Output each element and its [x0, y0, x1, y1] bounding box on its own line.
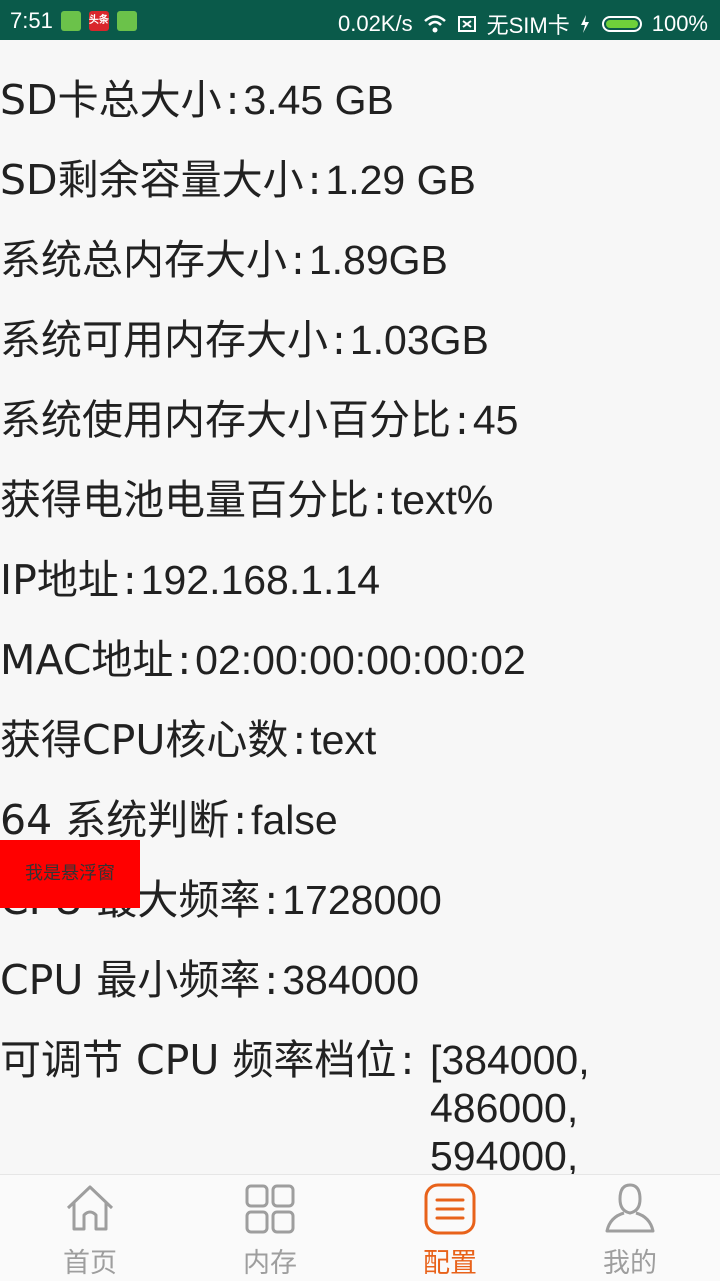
tab-home[interactable]: 首页: [0, 1175, 180, 1281]
info-row: CPU 最小频率:384000: [0, 956, 720, 1004]
info-label: 系统使用内存大小百分比: [0, 396, 451, 444]
status-right: 0.02K/s 无SIM卡 100%: [338, 8, 708, 40]
info-row: 获得电池电量百分比:text%: [0, 476, 720, 524]
info-separator: :: [177, 636, 192, 684]
info-value: 02:00:00:00:00:02: [195, 637, 526, 683]
charging-icon: [580, 15, 589, 33]
info-label: 获得电池电量百分比: [0, 476, 369, 524]
info-value: false: [251, 797, 338, 843]
info-separator: :: [233, 796, 248, 844]
battery-icon: [601, 16, 642, 32]
tab-label: 内存: [243, 1248, 297, 1279]
cpu-frequency-steps-row: 可调节 CPU 频率档位: [384000, 486000, 594000,: [0, 1036, 720, 1174]
cpu-step-value: 594000,: [430, 1133, 579, 1174]
info-row: 64 系统判断:false: [0, 796, 720, 844]
info-row: MAC地址:02:00:00:00:00:02: [0, 636, 720, 684]
status-time: 7:51: [10, 8, 53, 33]
tab-label: 我的: [603, 1248, 657, 1279]
tab-memory[interactable]: 内存: [180, 1175, 360, 1281]
info-value: 1.03GB: [349, 317, 489, 363]
list-icon: [424, 1183, 476, 1235]
info-separator: :: [307, 156, 322, 204]
info-row: 系统可用内存大小:1.03GB: [0, 316, 720, 364]
info-separator: :: [264, 876, 279, 924]
info-value: 192.168.1.14: [140, 557, 381, 603]
info-separator: :: [455, 396, 469, 444]
user-icon: [605, 1183, 655, 1233]
info-value: 45: [472, 397, 519, 443]
info-label: SD卡总大小: [0, 76, 222, 124]
info-row: 获得CPU核心数:text: [0, 716, 720, 764]
info-value: 1.29 GB: [325, 157, 476, 203]
grid-icon: [245, 1184, 295, 1234]
info-label: SD剩余容量大小: [0, 156, 304, 204]
cpu-frequency-steps: [384000, 486000, 594000,: [430, 1036, 590, 1174]
android-app-icon: [116, 11, 137, 31]
info-separator: :: [400, 1036, 415, 1084]
sim-status: 无SIM卡: [486, 13, 570, 38]
no-sim-icon: [457, 16, 476, 32]
info-label: 获得CPU核心数: [0, 716, 289, 764]
info-separator: :: [225, 76, 240, 124]
info-value: text%: [390, 477, 494, 523]
info-value: 1.89GB: [308, 237, 448, 283]
cpu-step-value: 486000,: [430, 1085, 579, 1131]
tab-label: 配置: [423, 1248, 477, 1279]
tab-label: 首页: [63, 1248, 117, 1279]
battery-level: 100%: [651, 11, 708, 36]
tab-mine[interactable]: 我的: [540, 1175, 720, 1281]
bottom-tab-bar: 首页 内存 配置 我的: [0, 1174, 720, 1281]
info-row: SD剩余容量大小:1.29 GB: [0, 156, 720, 204]
info-label: 系统总内存大小: [0, 236, 287, 284]
info-separator: :: [122, 556, 137, 604]
wifi-icon: [423, 15, 446, 33]
tab-config[interactable]: 配置: [360, 1175, 540, 1281]
info-row: SD卡总大小:3.45 GB: [0, 76, 720, 124]
info-row: IP地址:192.168.1.14: [0, 556, 720, 604]
net-speed: 0.02K/s: [337, 11, 413, 36]
device-info-list[interactable]: SD卡总大小:3.45 GB SD剩余容量大小:1.29 GB 系统总内存大小:…: [0, 40, 720, 1174]
info-label: CPU 最小频率: [0, 956, 261, 1004]
info-separator: :: [264, 956, 279, 1004]
info-value: 384000: [282, 957, 420, 1003]
status-left: 7:51 头条: [10, 8, 137, 34]
info-label: IP地址: [0, 556, 119, 604]
toutiao-app-icon: 头条: [88, 11, 109, 31]
home-icon: [66, 1185, 114, 1231]
info-value: 3.45 GB: [243, 77, 394, 123]
info-label: 可调节 CPU 频率档位: [0, 1036, 397, 1084]
info-separator: :: [332, 316, 346, 364]
floating-window[interactable]: 我是悬浮窗: [0, 840, 140, 908]
status-bar: 7:51 头条 0.02K/s 无SIM卡 100%: [0, 0, 720, 40]
info-separator: :: [291, 236, 305, 284]
info-separator: :: [292, 716, 307, 764]
info-row: 系统总内存大小:1.89GB: [0, 236, 720, 284]
cpu-step-value: [384000,: [430, 1037, 590, 1083]
info-value: text: [310, 717, 377, 763]
info-label: 系统可用内存大小: [0, 316, 328, 364]
info-separator: :: [373, 476, 387, 524]
info-label: MAC地址: [0, 636, 174, 684]
info-row: 系统使用内存大小百分比:45: [0, 396, 720, 444]
info-value: 1728000: [282, 877, 442, 923]
info-label: 64 系统判断: [0, 796, 230, 844]
notification-app-icon: [60, 11, 81, 31]
